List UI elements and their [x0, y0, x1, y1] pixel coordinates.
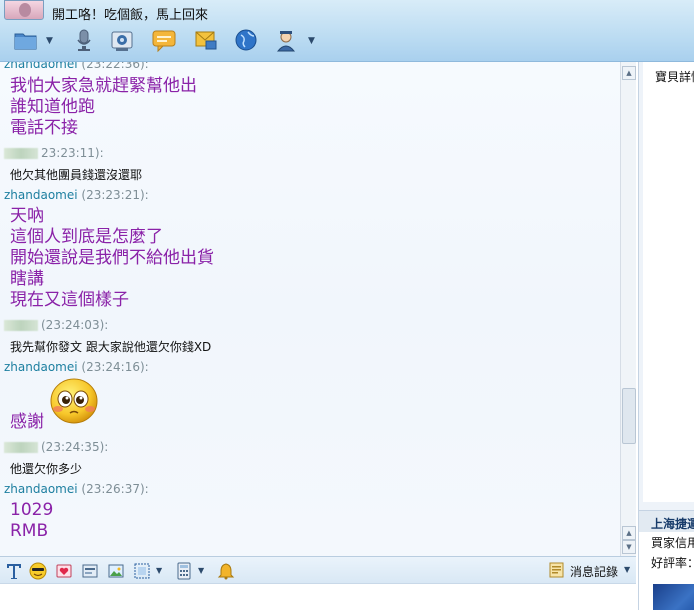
message-header: 23:23:11):: [4, 146, 104, 160]
scroll-down-icon[interactable]: ▼: [622, 540, 636, 554]
message-timestamp: (23:23:21):: [81, 188, 149, 202]
message-line: 他欠其他團員錢還沒還耶: [10, 168, 143, 182]
item-detail-panel: 寶貝詳情 類 上海捷運 買家信用 好評率：: [638, 62, 694, 610]
input-toolbar: ▼ ▼ 消息記錄 ▼: [0, 556, 636, 584]
message-line: 瞎講: [10, 269, 44, 289]
folder-icon[interactable]: [12, 26, 40, 54]
message-header: zhandaomei (23:26:37):: [4, 482, 149, 496]
message-timestamp: (23:24:35):: [41, 440, 109, 454]
message-line: 誰知道他跑: [10, 97, 95, 117]
font-icon[interactable]: [4, 561, 24, 581]
capture-dropdown-icon[interactable]: ▼: [156, 566, 162, 575]
message-input[interactable]: [0, 584, 636, 610]
scroll-up-icon[interactable]: ▲: [622, 66, 636, 80]
item-detail-label: 寶貝詳情: [655, 70, 694, 84]
message-line: 電話不接: [10, 118, 78, 138]
calculator-icon[interactable]: [174, 561, 194, 581]
message-header: (23:24:03):: [4, 318, 108, 332]
more-dropdown-icon[interactable]: ▼: [308, 36, 318, 46]
message-line: 天吶: [10, 206, 44, 226]
emoticon-icon[interactable]: [28, 561, 48, 581]
image-icon[interactable]: [106, 561, 126, 581]
blurred-sender-name: [4, 148, 38, 159]
status-message: 開工咯！吃個飯，馬上回來: [52, 8, 209, 23]
chat-window-header: 開工咯！吃個飯，馬上回來 ▼ ▼: [0, 0, 694, 62]
message-header: (23:24:35):: [4, 440, 108, 454]
mail-icon[interactable]: [192, 26, 220, 54]
chat-history[interactable]: zhandaomei (23:22:36): 我怕大家急就趕緊幫他出 誰知道他跑…: [0, 62, 620, 556]
chat-bubble-icon[interactable]: [150, 26, 178, 54]
folder-dropdown-icon[interactable]: ▼: [46, 36, 56, 46]
message-line: 1029: [10, 500, 54, 520]
capture-icon[interactable]: [132, 561, 152, 581]
message-timestamp: (23:26:37):: [81, 482, 149, 496]
sender-name: zhandaomei: [4, 188, 78, 202]
screenshot-icon[interactable]: [80, 561, 100, 581]
message-line: 這個人到底是怎麼了: [10, 227, 163, 247]
history-dropdown-icon[interactable]: ▼: [624, 565, 630, 574]
message-line: RMB: [10, 521, 49, 541]
heart-card-icon[interactable]: [54, 561, 74, 581]
blurred-sender-name: [4, 320, 38, 331]
microphone-icon[interactable]: [70, 26, 98, 54]
webcam-icon[interactable]: [108, 26, 136, 54]
shop-title[interactable]: 上海捷運: [651, 515, 694, 532]
blurred-sender-name: [4, 442, 38, 453]
blushing-face-emoticon-icon: [50, 378, 98, 424]
message-line: 感謝: [10, 412, 44, 432]
message-line: 他還欠你多少: [10, 462, 83, 476]
chat-scrollbar[interactable]: ▲ ▲ ▼: [620, 62, 636, 556]
shop-banner-image[interactable]: [653, 584, 694, 610]
message-header: zhandaomei (23:23:21):: [4, 188, 149, 202]
calculator-dropdown-icon[interactable]: ▼: [198, 566, 204, 575]
message-timestamp: (23:22:36):: [81, 62, 149, 71]
message-history-label: 消息記錄: [570, 565, 619, 579]
sender-name: zhandaomei: [4, 360, 78, 374]
sender-name: zhandaomei: [4, 482, 78, 496]
item-detail-content: 寶貝詳情 類: [643, 62, 694, 502]
message-header: zhandaomei (23:24:16):: [4, 360, 149, 374]
message-line: 我怕大家急就趕緊幫他出: [10, 76, 197, 96]
shop-title-bar: 上海捷運: [639, 510, 694, 532]
scroll-thumb[interactable]: [622, 388, 636, 444]
message-timestamp: (23:24:16):: [81, 360, 149, 374]
scroll-up-icon[interactable]: ▲: [622, 526, 636, 540]
agent-icon[interactable]: [272, 26, 300, 54]
message-timestamp: 23:23:11):: [41, 146, 104, 160]
credit-label: 買家信用: [651, 536, 694, 550]
bell-icon[interactable]: [216, 561, 236, 581]
sender-name: zhandaomei: [4, 62, 78, 71]
globe-icon[interactable]: [232, 26, 260, 54]
message-line: 我先幫你發文 跟大家說他還欠你錢XD: [10, 340, 212, 354]
message-line: 現在又這個樣子: [10, 290, 129, 310]
rating-label: 好評率：: [651, 556, 694, 570]
top-toolbar: ▼ ▼: [0, 26, 340, 56]
message-timestamp: (23:24:03):: [41, 318, 109, 332]
avatar[interactable]: [4, 0, 44, 20]
message-line: 開始還說是我們不給他出貨: [10, 248, 214, 268]
history-icon: [548, 561, 568, 581]
message-header: zhandaomei (23:22:36):: [4, 62, 149, 71]
